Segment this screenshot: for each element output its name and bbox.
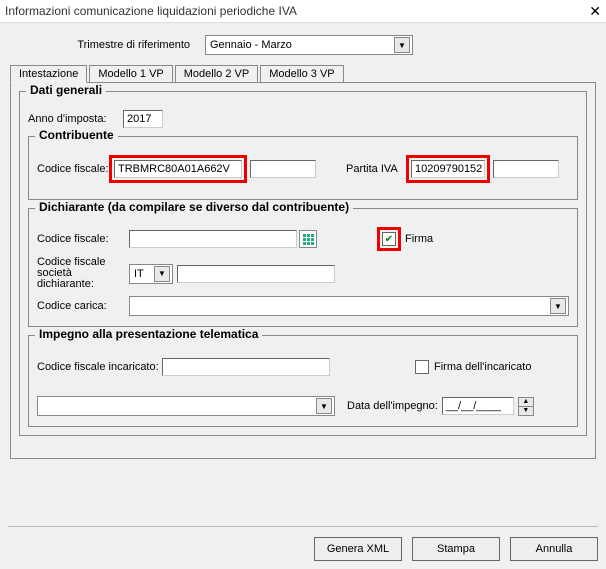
stampa-button[interactable]: Stampa	[412, 537, 500, 561]
tab-modello-3[interactable]: Modello 3 VP	[260, 65, 343, 82]
piva-label: Partita IVA	[346, 163, 406, 175]
carica-label: Codice carica:	[37, 300, 129, 312]
impegno-group: Impegno alla presentazione telematica Co…	[28, 335, 578, 427]
tab-modello-2[interactable]: Modello 2 VP	[175, 65, 258, 82]
date-spinner[interactable]: ▲ ▼	[518, 397, 534, 416]
trimestre-label: Trimestre di riferimento	[50, 39, 190, 51]
window-title: Informazioni comunicazione liquidazioni …	[5, 4, 297, 18]
spinner-up-icon[interactable]: ▲	[519, 398, 533, 407]
chevron-down-icon: ▼	[550, 298, 566, 314]
dich-cfsoc-label: Codice fiscale società dichiarante:	[37, 257, 129, 290]
anno-label: Anno d'imposta:	[28, 113, 108, 125]
piva-input-ext[interactable]	[493, 160, 559, 178]
cf-input-ext[interactable]	[250, 160, 316, 178]
anno-input[interactable]: 2017	[123, 110, 163, 128]
annulla-button[interactable]: Annulla	[510, 537, 598, 561]
carica-select[interactable]: ▼	[129, 296, 569, 316]
chevron-down-icon: ▼	[394, 37, 410, 53]
tab-modello-1[interactable]: Modello 1 VP	[89, 65, 172, 82]
piva-input[interactable]: 10209790152	[411, 160, 485, 178]
genera-xml-button[interactable]: Genera XML	[314, 537, 402, 561]
chevron-down-icon: ▼	[154, 266, 170, 282]
data-impegno-input[interactable]: __/__/____	[442, 397, 514, 415]
titlebar: Informazioni comunicazione liquidazioni …	[0, 0, 606, 23]
cf-incaricato-label: Codice fiscale incaricato:	[37, 361, 162, 373]
calendar-icon[interactable]	[299, 230, 317, 248]
content-area: Trimestre di riferimento Gennaio - Marzo…	[0, 23, 606, 459]
dichiarante-group: Dichiarante (da compilare se diverso dal…	[28, 208, 578, 327]
dich-cf-label: Codice fiscale:	[37, 233, 129, 245]
dich-country-select[interactable]: IT ▼	[129, 264, 173, 284]
tab-panel: Dati generali Anno d'imposta: 2017 Contr…	[10, 83, 596, 459]
close-icon[interactable]: ✕	[589, 3, 601, 20]
impegno-select[interactable]: ▼	[37, 396, 335, 416]
chevron-down-icon: ▼	[316, 398, 332, 414]
cf-incaricato-input[interactable]	[162, 358, 330, 376]
dati-generali-group: Dati generali Anno d'imposta: 2017 Contr…	[19, 91, 587, 436]
dati-generali-legend: Dati generali	[26, 83, 106, 97]
firma-checkbox[interactable]: ✔	[382, 232, 396, 246]
trimestre-select[interactable]: Gennaio - Marzo ▼	[205, 35, 413, 55]
dich-cfsoc-input[interactable]	[177, 265, 335, 283]
dichiarante-legend: Dichiarante (da compilare se diverso dal…	[35, 200, 353, 214]
tabs: Intestazione Modello 1 VP Modello 2 VP M…	[10, 65, 596, 83]
cf-label: Codice fiscale:	[37, 163, 109, 175]
tab-intestazione[interactable]: Intestazione	[10, 65, 87, 83]
trimestre-value: Gennaio - Marzo	[210, 39, 292, 51]
contribuente-legend: Contribuente	[35, 128, 118, 142]
dich-cf-input[interactable]	[129, 230, 297, 248]
contribuente-group: Contribuente Codice fiscale: TRBMRC80A01…	[28, 136, 578, 200]
firma-incaricato-checkbox[interactable]	[415, 360, 429, 374]
data-impegno-label: Data dell'impegno:	[347, 400, 438, 412]
firma-incaricato-label: Firma dell'incaricato	[434, 361, 531, 373]
impegno-legend: Impegno alla presentazione telematica	[35, 327, 262, 341]
cf-input[interactable]: TRBMRC80A01A662V	[114, 160, 242, 178]
spinner-down-icon[interactable]: ▼	[519, 407, 533, 415]
firma-label: Firma	[405, 233, 433, 245]
button-bar: Genera XML Stampa Annulla	[8, 526, 598, 561]
